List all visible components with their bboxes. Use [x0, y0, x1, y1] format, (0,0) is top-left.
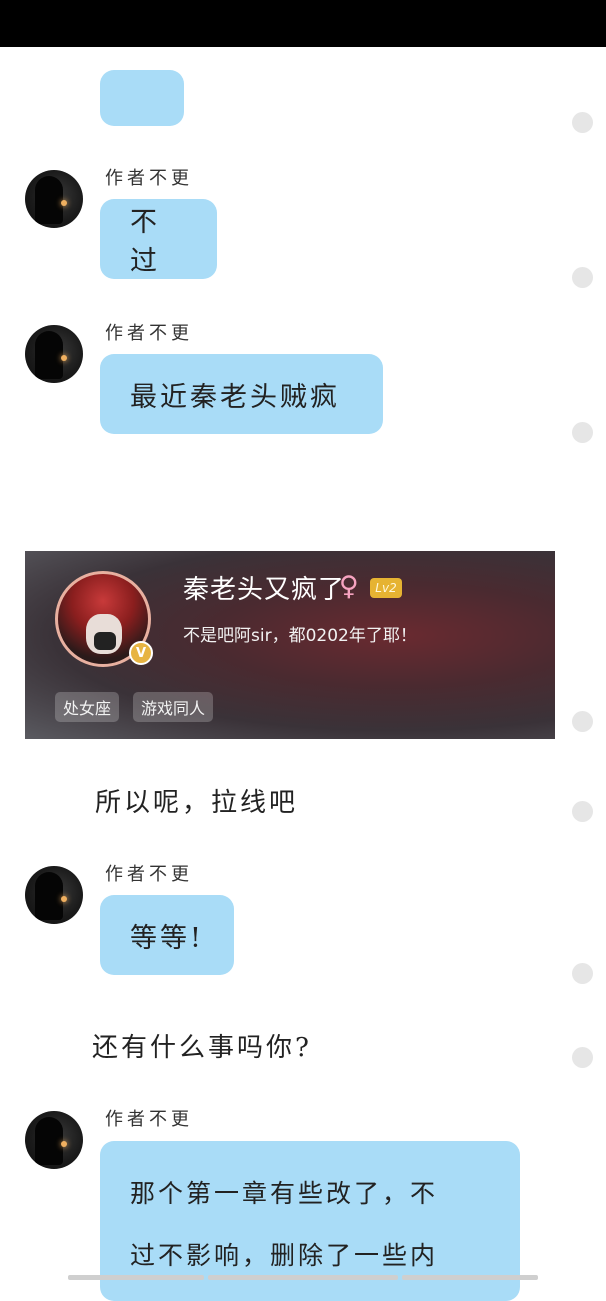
profile-tag: 处女座: [55, 692, 120, 722]
message-text-line: 那个第一章有些改了，不: [130, 1179, 439, 1208]
message-bubble[interactable]: 不过: [100, 199, 217, 279]
profile-bio: 不是吧阿sir，都0202年了耶！: [183, 626, 417, 646]
status-bar: [0, 0, 606, 47]
author-name: 作者不更: [105, 323, 193, 344]
level-badge: Lv2: [370, 578, 402, 598]
narration-text: 还有什么事吗你?: [92, 1033, 312, 1063]
author-avatar[interactable]: [25, 170, 83, 228]
timeline-dot[interactable]: [572, 1047, 593, 1068]
profile-card[interactable]: V 秦老头又疯了 ♀ Lv2 不是吧阿sir，都0202年了耶！ 处女座 游戏同…: [25, 551, 555, 739]
author-name: 作者不更: [105, 864, 193, 885]
message-text: 等等!: [130, 922, 204, 954]
author-name: 作者不更: [105, 1109, 193, 1130]
message-bubble-partial[interactable]: [100, 70, 184, 126]
message-bubble[interactable]: 最近秦老头贼疯: [100, 354, 383, 434]
author-name: 作者不更: [105, 168, 193, 189]
gender-female-icon: ♀: [339, 571, 359, 602]
timeline-dot[interactable]: [572, 711, 593, 732]
author-avatar[interactable]: [25, 325, 83, 383]
author-avatar[interactable]: [25, 1111, 83, 1169]
timeline-dot[interactable]: [572, 963, 593, 984]
timeline-dot[interactable]: [572, 422, 593, 443]
scroll-indicator[interactable]: [68, 1275, 204, 1280]
message-text: 最近秦老头贼疯: [130, 381, 340, 413]
timeline-dot[interactable]: [572, 267, 593, 288]
message-bubble[interactable]: 等等!: [100, 895, 234, 975]
scroll-indicator[interactable]: [208, 1275, 398, 1280]
verified-badge-icon: V: [129, 641, 153, 665]
scroll-indicator[interactable]: [402, 1275, 538, 1280]
message-text: 不过: [130, 207, 160, 277]
narration-text: 所以呢，拉线吧: [95, 788, 299, 818]
timeline-dot[interactable]: [572, 801, 593, 822]
timeline-dot[interactable]: [572, 112, 593, 133]
profile-tag: 游戏同人: [133, 692, 214, 722]
profile-nickname: 秦老头又疯了: [183, 575, 346, 605]
author-avatar[interactable]: [25, 866, 83, 924]
